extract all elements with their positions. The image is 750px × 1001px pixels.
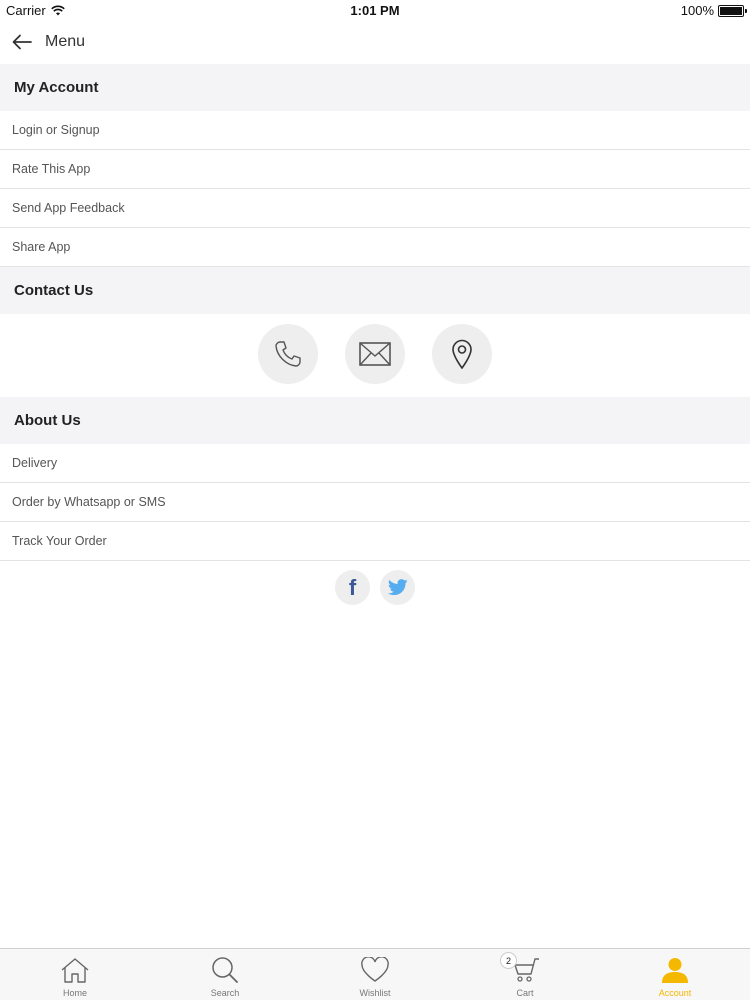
tab-wishlist-label: Wishlist xyxy=(359,988,391,998)
tab-home-label: Home xyxy=(62,988,87,998)
tab-account-label: Account xyxy=(658,988,692,998)
menu-item-send-feedback[interactable]: Send App Feedback xyxy=(0,189,750,228)
menu-item-order-whatsapp-sms[interactable]: Order by Whatsapp or SMS xyxy=(0,483,750,522)
user-icon xyxy=(662,958,688,983)
tab-cart[interactable]: 2 Cart xyxy=(450,949,600,1001)
tab-wishlist[interactable]: Wishlist xyxy=(300,949,450,1001)
battery-percent: 100% xyxy=(680,3,714,18)
section-header-my-account: My Account xyxy=(0,64,750,111)
menu-item-track-order[interactable]: Track Your Order xyxy=(0,522,750,561)
home-icon xyxy=(61,958,89,983)
tab-search-label: Search xyxy=(210,988,240,998)
battery-indicator: 100% xyxy=(680,3,747,18)
location-pin-icon xyxy=(452,339,472,369)
facebook-icon: f xyxy=(348,574,357,600)
search-icon xyxy=(212,957,238,983)
twitter-button[interactable] xyxy=(380,570,415,605)
tab-home[interactable]: Home xyxy=(0,949,150,1001)
nav-bar: Menu xyxy=(0,20,750,64)
menu-item-rate-app[interactable]: Rate This App xyxy=(0,150,750,189)
battery-icon xyxy=(718,4,747,17)
cart-count-badge: 2 xyxy=(500,952,517,969)
email-button[interactable] xyxy=(345,324,405,384)
page-title: Menu xyxy=(45,33,86,50)
heart-icon xyxy=(361,957,389,982)
menu-item-delivery[interactable]: Delivery xyxy=(0,444,750,483)
menu-item-login-signup[interactable]: Login or Signup xyxy=(0,111,750,150)
menu-item-share-app[interactable]: Share App xyxy=(0,228,750,267)
tab-cart-label: Cart xyxy=(516,988,534,998)
mail-icon xyxy=(359,342,391,366)
tab-account[interactable]: Account xyxy=(600,949,750,1001)
call-button[interactable] xyxy=(258,324,318,384)
section-header-contact-us: Contact Us xyxy=(0,267,750,314)
tab-bar: Home Search Wishlist 2 Cart Account xyxy=(0,948,750,1000)
status-time: 1:01 PM xyxy=(350,3,400,18)
section-header-about-us: About Us xyxy=(0,397,750,444)
back-arrow-icon xyxy=(12,34,32,50)
phone-icon xyxy=(275,341,301,367)
location-button[interactable] xyxy=(432,324,492,384)
tab-search[interactable]: Search xyxy=(150,949,300,1001)
twitter-icon xyxy=(387,579,408,595)
status-bar: Carrier 1:01 PM 100% xyxy=(0,0,750,20)
back-button[interactable] xyxy=(4,20,40,64)
facebook-button[interactable]: f xyxy=(335,570,370,605)
